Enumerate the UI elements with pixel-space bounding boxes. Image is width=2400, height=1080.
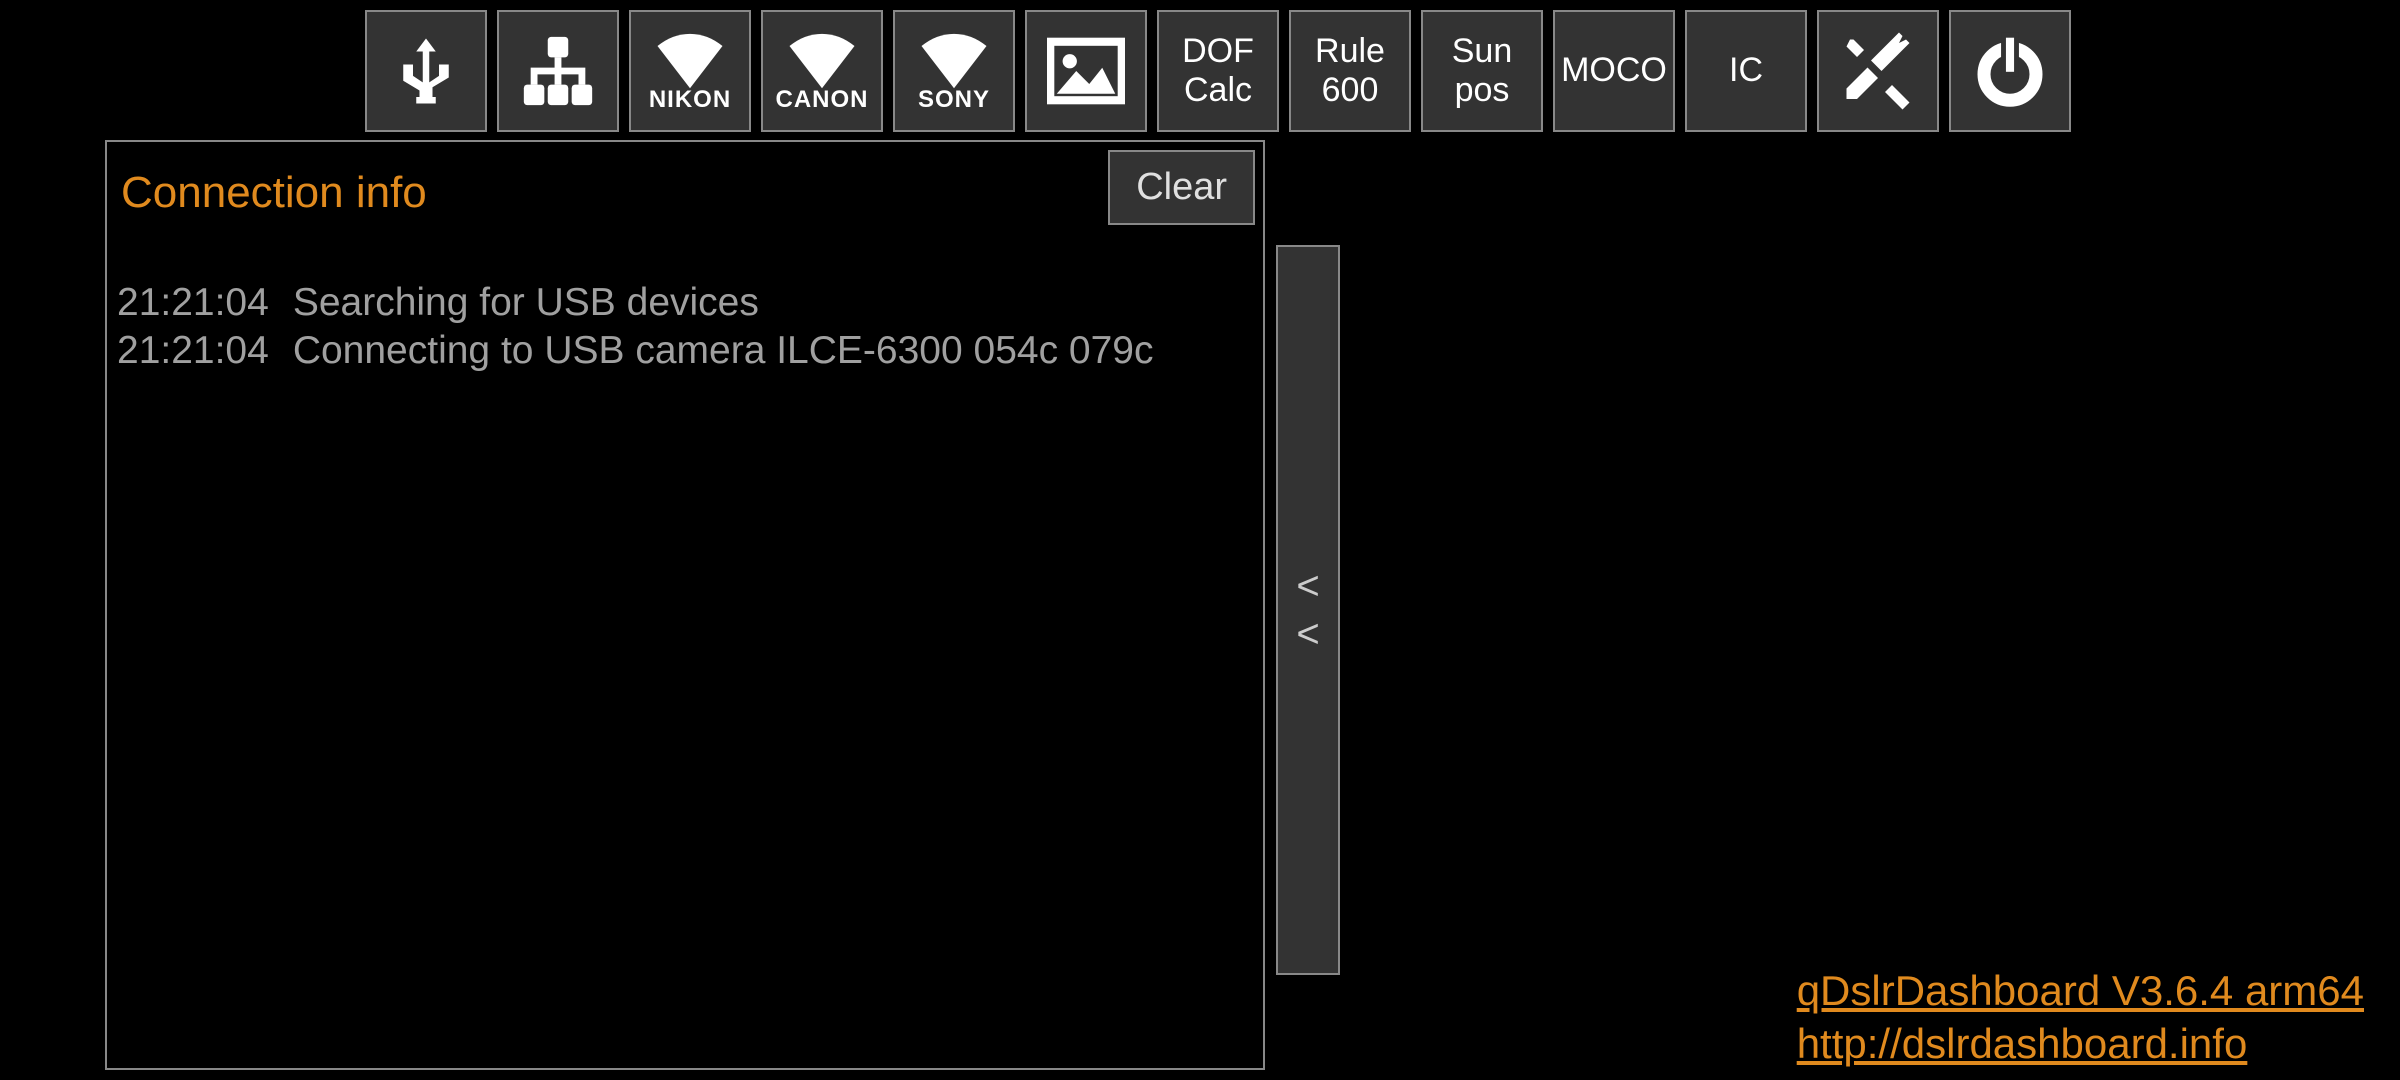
log-msg: Connecting to USB camera ILCE-6300 054c … [293, 329, 1154, 372]
footer: qDslrDashboard V3.6.4 arm64 http://dslrd… [1797, 965, 2364, 1070]
dof-calc-button[interactable]: DOF Calc [1157, 10, 1279, 132]
panel-title: Connection info [121, 150, 427, 218]
wifi-sony-label: SONY [918, 86, 990, 114]
connection-info-panel: Connection info Clear 21:21:04 Searching … [105, 140, 1265, 1070]
wifi-icon [915, 28, 993, 90]
wifi-canon-button[interactable]: CANON [761, 10, 883, 132]
wifi-icon [651, 28, 729, 90]
chevron-left-icon: < [1296, 612, 1319, 656]
rule-line2: 600 [1322, 71, 1379, 110]
wifi-sony-button[interactable]: SONY [893, 10, 1015, 132]
wifi-nikon-button[interactable]: NIKON [629, 10, 751, 132]
power-button[interactable] [1949, 10, 2071, 132]
log-time: 21:21:04 [117, 279, 269, 327]
wifi-icon [783, 28, 861, 90]
ic-button[interactable]: IC [1685, 10, 1807, 132]
network-icon [517, 30, 599, 112]
wifi-nikon-label: NIKON [649, 86, 731, 114]
usb-button[interactable] [365, 10, 487, 132]
gallery-button[interactable] [1025, 10, 1147, 132]
moco-label: MOCO [1561, 51, 1667, 90]
rule-600-button[interactable]: Rule 600 [1289, 10, 1411, 132]
log-msg: Searching for USB devices [293, 281, 759, 324]
log-area: 21:21:04 Searching for USB devices 21:21:… [107, 225, 1263, 384]
sun-line1: Sun [1452, 32, 1513, 71]
tools-icon [1836, 29, 1920, 113]
usb-icon [387, 26, 465, 116]
rule-line1: Rule [1315, 32, 1385, 71]
app-version[interactable]: qDslrDashboard V3.6.4 arm64 [1797, 965, 2364, 1018]
wifi-canon-label: CANON [776, 86, 869, 114]
chevron-left-icon: < [1296, 564, 1319, 608]
dof-line1: DOF [1182, 32, 1254, 71]
power-icon [1971, 32, 2049, 110]
log-time: 21:21:04 [117, 327, 269, 375]
sun-line2: pos [1455, 71, 1510, 110]
log-line: 21:21:04 Connecting to USB camera ILCE-63… [117, 327, 1253, 375]
sun-pos-button[interactable]: Sun pos [1421, 10, 1543, 132]
network-button[interactable] [497, 10, 619, 132]
clear-button[interactable]: Clear [1108, 150, 1255, 225]
collapse-handle[interactable]: < < [1276, 245, 1340, 975]
log-line: 21:21:04 Searching for USB devices [117, 279, 1253, 327]
website-link[interactable]: http://dslrdashboard.info [1797, 1018, 2364, 1071]
ic-label: IC [1729, 51, 1763, 90]
image-icon [1047, 36, 1125, 106]
moco-button[interactable]: MOCO [1553, 10, 1675, 132]
dof-line2: Calc [1184, 71, 1252, 110]
panel-header: Connection info Clear [107, 142, 1263, 225]
top-toolbar: NIKON CANON SONY DOF Calc Rule 600 Sun p… [0, 0, 2400, 132]
tools-button[interactable] [1817, 10, 1939, 132]
